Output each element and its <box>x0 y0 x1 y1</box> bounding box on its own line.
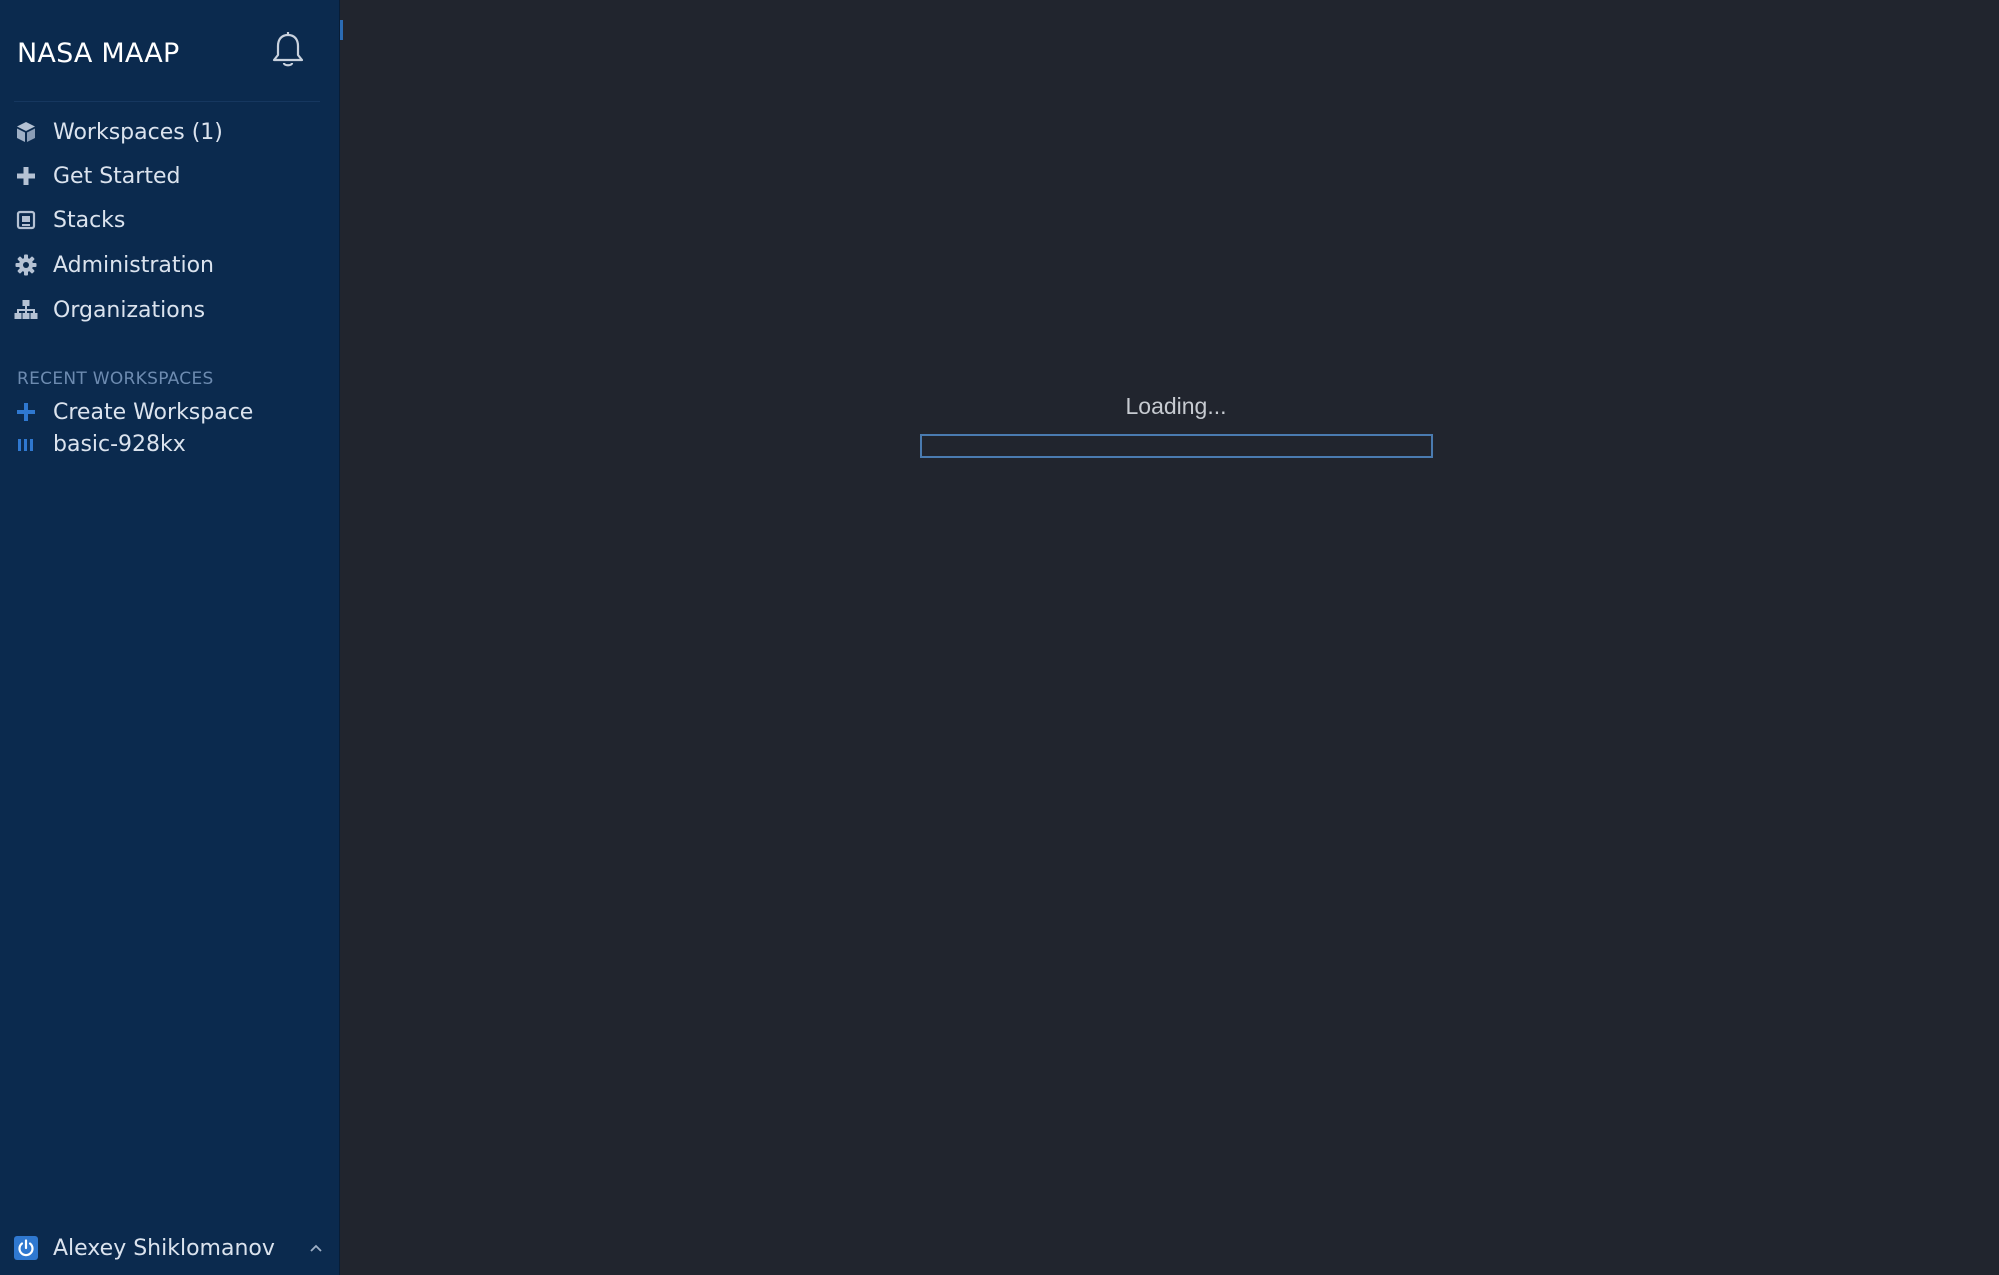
nav-label-workspaces: Workspaces (1) <box>53 119 223 145</box>
nav-label-organizations: Organizations <box>53 297 206 323</box>
sidebar: NASA MAAP Workspaces (1) Get Started Sta… <box>0 0 340 1275</box>
brand-divider <box>14 101 320 102</box>
cube-icon <box>14 120 38 144</box>
recent-workspace-item[interactable]: basic-928kx <box>14 426 324 462</box>
user-name: Alexey Shiklomanov <box>53 1235 275 1261</box>
org-chart-icon <box>14 298 38 322</box>
nav-item-organizations[interactable]: Organizations <box>14 292 324 328</box>
plus-icon <box>14 164 38 188</box>
gear-icon <box>14 253 38 277</box>
user-menu[interactable]: Alexey Shiklomanov <box>14 1230 326 1266</box>
nav-label-get-started: Get Started <box>53 163 181 189</box>
recent-workspace-label: basic-928kx <box>53 431 186 457</box>
app-window: NASA MAAP Workspaces (1) Get Started Sta… <box>0 0 1999 1275</box>
chevron-up-icon[interactable] <box>306 1238 326 1258</box>
create-workspace-label: Create Workspace <box>53 399 254 425</box>
plus-icon <box>14 400 38 424</box>
create-workspace-button[interactable]: Create Workspace <box>14 394 324 430</box>
recent-workspaces-heading: RECENT WORKSPACES <box>17 369 214 389</box>
loading-progress-bar <box>920 434 1433 458</box>
nav-item-get-started[interactable]: Get Started <box>14 158 324 194</box>
notifications-bell-icon[interactable] <box>271 30 305 70</box>
loading-text: Loading... <box>1125 393 1227 419</box>
nav-label-administration: Administration <box>53 252 214 278</box>
nav-item-workspaces[interactable]: Workspaces (1) <box>14 114 324 150</box>
nav-item-administration[interactable]: Administration <box>14 247 324 283</box>
workspace-bars-icon <box>14 432 38 456</box>
nav-item-stacks[interactable]: Stacks <box>14 202 324 238</box>
stack-icon <box>14 208 38 232</box>
nav-label-stacks: Stacks <box>53 207 126 233</box>
power-icon <box>14 1236 38 1260</box>
content-edge-marker <box>340 20 343 40</box>
brand-title[interactable]: NASA MAAP <box>17 38 179 69</box>
